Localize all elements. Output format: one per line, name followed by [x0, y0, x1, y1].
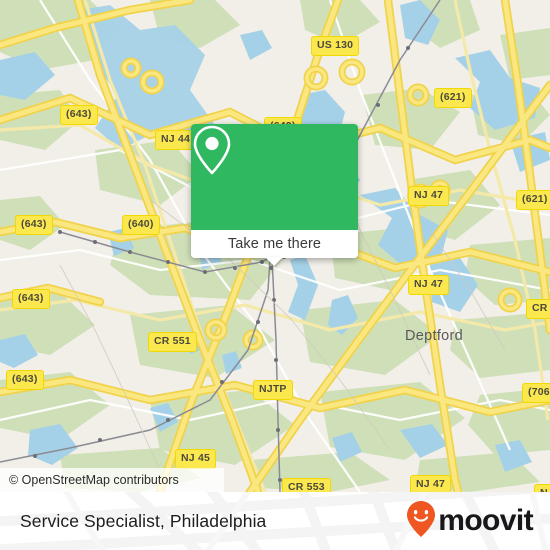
place-popup-card[interactable]: Take me there: [191, 124, 358, 266]
route-shield-706[interactable]: (706): [522, 383, 550, 403]
osm-attribution[interactable]: © OpenStreetMap contributors: [0, 468, 224, 492]
route-shield-nj-47-b[interactable]: NJ 47: [408, 275, 450, 295]
route-shield-621-a[interactable]: (621): [434, 88, 472, 108]
take-me-there-label: Take me there: [227, 236, 322, 252]
moovit-smiley-pin-icon: [406, 500, 436, 543]
route-shield-nj-44[interactable]: NJ 44: [155, 130, 197, 150]
route-shield-621-b[interactable]: (621): [516, 190, 550, 210]
route-shield-cr-5[interactable]: CR 5: [526, 299, 550, 319]
popup-pointer-tail: [265, 257, 283, 266]
route-shield-njtp[interactable]: NJTP: [253, 380, 293, 400]
page-title: Service Specialist, Philadelphia: [20, 510, 267, 531]
route-shield-cr-551[interactable]: CR 551: [148, 332, 197, 352]
popup-image-area: [191, 124, 358, 230]
route-shield-640[interactable]: (640): [122, 215, 160, 235]
route-shield-643-d[interactable]: (643): [6, 370, 44, 390]
route-shield-us-130[interactable]: US 130: [311, 36, 360, 56]
map-canvas[interactable]: Deptford Woodbury US 130 (643) NJ 44 (64…: [0, 0, 550, 492]
moovit-wordmark: moovit: [438, 504, 533, 537]
route-shield-643-a[interactable]: (643): [60, 105, 98, 125]
popup-action-bar[interactable]: Take me there: [191, 230, 358, 258]
route-shield-nj-47-c[interactable]: NJ 47: [410, 475, 452, 492]
route-shield-nj-47-a[interactable]: NJ 47: [408, 186, 450, 206]
route-shield-643-b[interactable]: (643): [15, 215, 53, 235]
route-shield-nj-45[interactable]: NJ 45: [175, 449, 217, 469]
footer-bar: Service Specialist, Philadelphia moovit: [0, 492, 550, 550]
route-shield-cr-553[interactable]: CR 553: [282, 478, 331, 492]
moovit-logo[interactable]: moovit: [406, 492, 534, 550]
map-screenshot: Deptford Woodbury US 130 (643) NJ 44 (64…: [0, 0, 550, 550]
route-shield-nj-4-clipped[interactable]: NJ 4: [534, 484, 550, 492]
osm-attribution-text: © OpenStreetMap contributors: [9, 473, 179, 487]
city-label-deptford: Deptford: [405, 328, 464, 344]
route-shield-643-c[interactable]: (643): [12, 289, 50, 309]
